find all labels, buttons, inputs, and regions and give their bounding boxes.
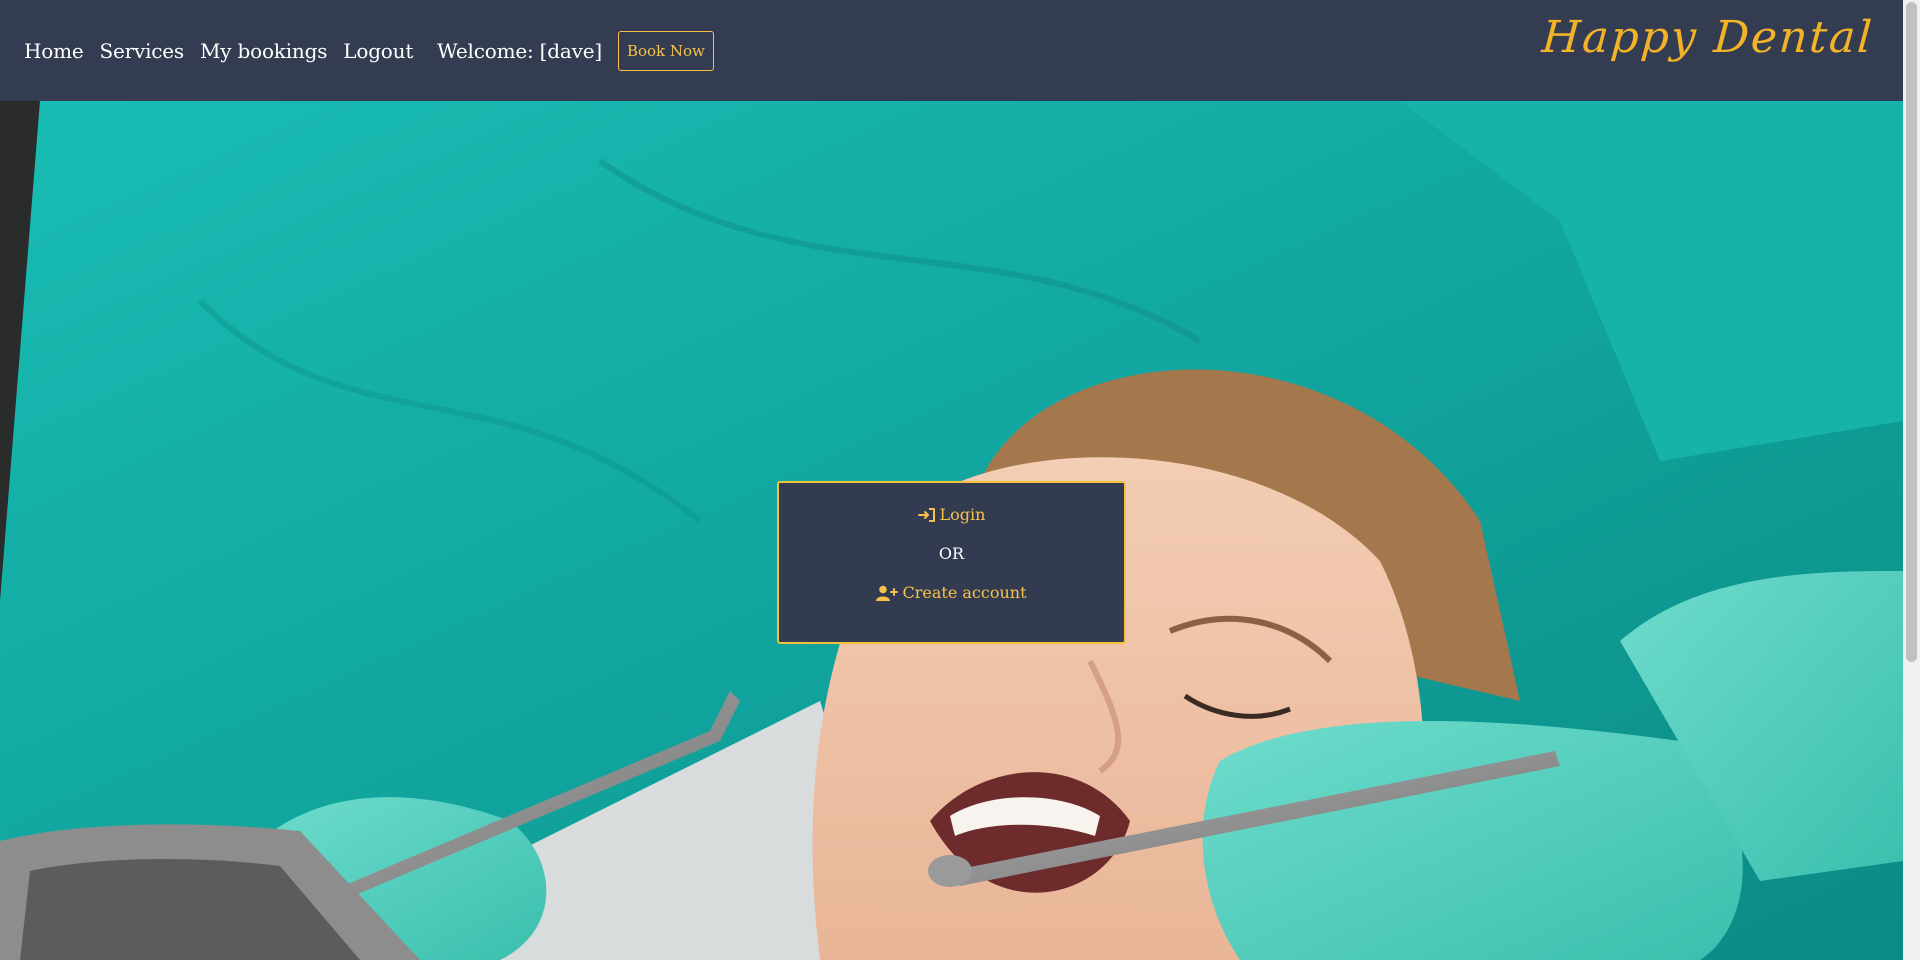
login-label: Login (939, 505, 986, 524)
login-icon (917, 507, 935, 522)
create-account-link[interactable]: Create account (876, 583, 1027, 602)
scrollbar-thumb[interactable] (1906, 2, 1917, 662)
welcome-text: Welcome: [dave] (437, 38, 602, 63)
login-link[interactable]: Login (917, 505, 986, 524)
page-scrollbar[interactable] (1903, 0, 1920, 960)
book-now-button[interactable]: Book Now (617, 30, 714, 71)
nav-logout-link[interactable]: Logout (343, 39, 413, 63)
or-separator: OR (938, 544, 965, 563)
user-plus-icon (876, 585, 899, 601)
create-account-label: Create account (902, 583, 1027, 602)
auth-panel: Login OR Create account (777, 481, 1126, 644)
top-navbar: Home Services My bookings Logout Welcome… (0, 0, 1903, 101)
nav-my-bookings-link[interactable]: My bookings (200, 39, 327, 63)
nav-home-link[interactable]: Home (24, 39, 84, 63)
nav-services-link[interactable]: Services (99, 39, 184, 63)
brand-logo[interactable]: Happy Dental (1540, 12, 1875, 63)
